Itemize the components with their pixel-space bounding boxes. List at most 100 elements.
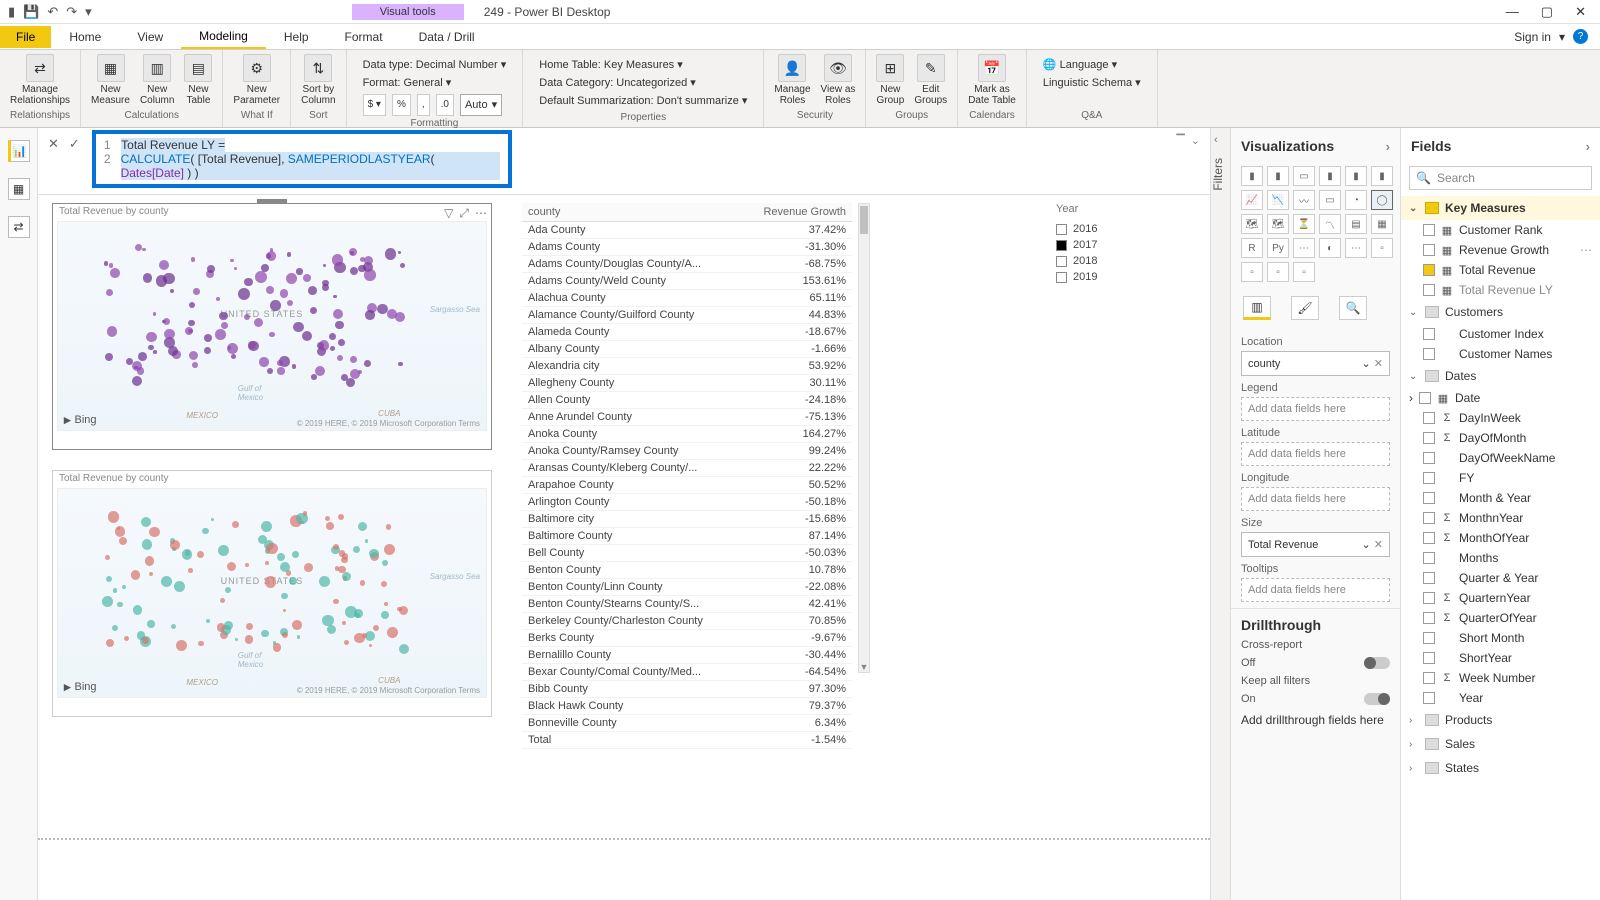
chevron-right-icon[interactable]: › [1586, 139, 1590, 154]
tooltips-well[interactable]: Add data fields here [1241, 578, 1390, 602]
viz-type-icon[interactable]: ◯ [1371, 190, 1393, 210]
keep-filters-toggle[interactable] [1364, 693, 1390, 705]
formula-collapse-icon[interactable]: ▔ [1176, 134, 1184, 147]
maximize-icon[interactable]: ▢ [1541, 4, 1553, 20]
field-item[interactable]: ΣQuarternYear [1401, 588, 1600, 608]
field-item[interactable]: Month & Year [1401, 488, 1600, 508]
decimal-button[interactable]: .0 [436, 94, 454, 116]
table-row[interactable]: Anoka County/Ramsey County99.24% [522, 443, 852, 460]
viz-type-icon[interactable]: ▮ [1241, 166, 1263, 186]
viz-type-icon[interactable]: ⋯ [1293, 238, 1315, 258]
viz-type-icon[interactable]: 📉 [1267, 190, 1289, 210]
revenue-growth-table[interactable]: countyRevenue Growth Ada County37.42% Ada… [522, 203, 852, 749]
chevron-down-icon[interactable]: ⌄ [1362, 539, 1371, 551]
map-visual-1[interactable]: Total Revenue by county ▽ ⤢ ⋯ UNITED STA… [52, 203, 492, 450]
help-icon[interactable]: ? [1573, 29, 1588, 44]
year-slicer[interactable]: Year 2016201720182019 [1056, 203, 1196, 830]
table-row[interactable]: Berks County-9.67% [522, 630, 852, 647]
table-row[interactable]: Bell County-50.03% [522, 545, 852, 562]
table-row[interactable]: Benton County10.78% [522, 562, 852, 579]
new-column-button[interactable]: ▥New Column [140, 54, 174, 106]
more-icon[interactable]: ⋯ [475, 206, 487, 221]
latitude-well[interactable]: Add data fields here [1241, 442, 1390, 466]
table-row[interactable]: Arapahoe County50.52% [522, 477, 852, 494]
viz-type-icon[interactable]: ⋯ [1345, 238, 1367, 258]
manage-relationships-button[interactable]: ⇄Manage Relationships [10, 54, 70, 106]
table-row[interactable]: Alameda County-18.67% [522, 324, 852, 341]
table-scrollbar[interactable]: ▲ ▼ [858, 203, 870, 673]
field-item[interactable]: ShortYear [1401, 648, 1600, 668]
viz-type-icon[interactable]: 📈 [1241, 190, 1263, 210]
new-parameter-button[interactable]: ⚙New Parameter [233, 54, 280, 106]
table-row[interactable]: Arlington County-50.18% [522, 494, 852, 511]
table-row[interactable]: Adams County/Douglas County/A...-68.75% [522, 256, 852, 273]
table-row[interactable]: Baltimore County87.14% [522, 528, 852, 545]
viz-type-icon[interactable]: ▫ [1371, 238, 1393, 258]
field-item[interactable]: Quarter & Year [1401, 568, 1600, 588]
table-row[interactable]: Aransas County/Kleberg County/...22.22% [522, 460, 852, 477]
col-growth[interactable]: Revenue Growth [741, 203, 852, 222]
tab-modeling[interactable]: Modeling [181, 25, 266, 49]
formula-expand-icon[interactable]: ⌄ [1191, 134, 1200, 147]
table-row[interactable]: Berkeley County/Charleston County70.85% [522, 613, 852, 630]
longitude-well[interactable]: Add data fields here [1241, 487, 1390, 511]
viz-type-icon[interactable]: ⏳ [1293, 214, 1315, 234]
filter-icon[interactable]: ▽ [444, 206, 453, 221]
chevron-right-icon[interactable]: › [1386, 139, 1390, 154]
legend-well[interactable]: Add data fields here [1241, 397, 1390, 421]
remove-icon[interactable]: ✕ [1374, 539, 1383, 551]
save-icon[interactable]: 💾 [23, 4, 39, 20]
slicer-option[interactable]: 2016 [1056, 221, 1196, 237]
table-row[interactable]: Allegheny County30.11% [522, 375, 852, 392]
slicer-option[interactable]: 2018 [1056, 253, 1196, 269]
location-well[interactable]: county⌄ ✕ [1241, 351, 1390, 376]
table-header[interactable]: ⌄Key Measures [1401, 196, 1600, 220]
model-view-icon[interactable]: ⇄ [8, 216, 30, 238]
table-header[interactable]: ⌄Dates [1401, 364, 1600, 388]
close-icon[interactable]: ✕ [1575, 4, 1586, 20]
data-category-dropdown[interactable]: Data Category: Uncategorized ▾ [539, 74, 747, 92]
field-item[interactable]: Short Month [1401, 628, 1600, 648]
qat-dropdown-icon[interactable]: ▾ [85, 4, 92, 20]
currency-button[interactable]: $ ▾ [363, 94, 386, 116]
chevron-left-icon[interactable]: ‹ [1214, 134, 1218, 146]
field-item[interactable]: ›▦Date [1401, 388, 1600, 408]
size-well[interactable]: Total Revenue⌄ ✕ [1241, 532, 1390, 557]
viz-type-icon[interactable]: ▫ [1293, 262, 1315, 282]
tab-home[interactable]: Home [51, 26, 119, 48]
field-item[interactable]: ΣDayOfMonth [1401, 428, 1600, 448]
slicer-option[interactable]: 2017 [1056, 237, 1196, 253]
analytics-tab-icon[interactable]: 🔍 [1339, 296, 1367, 320]
viz-type-icon[interactable]: ◔ [1345, 190, 1367, 210]
sort-by-column-button[interactable]: ⇅Sort by Column [301, 54, 335, 106]
table-row[interactable]: Adams County/Weld County153.61% [522, 273, 852, 290]
field-item[interactable]: Year [1401, 688, 1600, 708]
new-table-button[interactable]: ▤New Table [184, 54, 212, 106]
edit-groups-button[interactable]: ✎Edit Groups [914, 54, 947, 106]
fields-tab-icon[interactable]: ▥ [1243, 296, 1271, 320]
filters-pane-collapsed[interactable]: ‹ Filters [1210, 128, 1230, 900]
map-body[interactable]: UNITED STATES Sargasso Sea Gulf of Mexic… [57, 488, 487, 698]
view-as-roles-button[interactable]: 👁View as Roles [821, 54, 856, 106]
new-measure-button[interactable]: ▦New Measure [91, 54, 130, 106]
signin-link[interactable]: Sign in [1514, 30, 1551, 44]
mark-date-table-button[interactable]: 📅Mark as Date Table [968, 54, 1016, 106]
viz-type-icon[interactable]: 〰 [1293, 190, 1315, 210]
tab-view[interactable]: View [119, 26, 181, 48]
remove-icon[interactable]: ✕ [1374, 358, 1383, 370]
col-county[interactable]: county [522, 203, 741, 222]
format-dropdown[interactable]: Format: General ▾ [363, 74, 507, 92]
table-header[interactable]: ⌄Customers [1401, 300, 1600, 324]
table-row[interactable]: Ada County37.42% [522, 222, 852, 239]
viz-type-icon[interactable]: ▮ [1371, 166, 1393, 186]
viz-type-icon[interactable]: ▮ [1267, 166, 1289, 186]
viz-type-icon[interactable]: ▮ [1319, 166, 1341, 186]
table-row[interactable]: Albany County-1.66% [522, 341, 852, 358]
field-item[interactable]: ΣMonthnYear [1401, 508, 1600, 528]
table-row[interactable]: Anne Arundel County-75.13% [522, 409, 852, 426]
viz-type-icon[interactable]: ▫ [1267, 262, 1289, 282]
table-row[interactable]: Bernalillo County-30.44% [522, 647, 852, 664]
field-item[interactable]: ▦Total Revenue LY [1401, 280, 1600, 300]
viz-type-icon[interactable]: R [1241, 238, 1263, 258]
table-row[interactable]: Bexar County/Comal County/Med...-64.54% [522, 664, 852, 681]
